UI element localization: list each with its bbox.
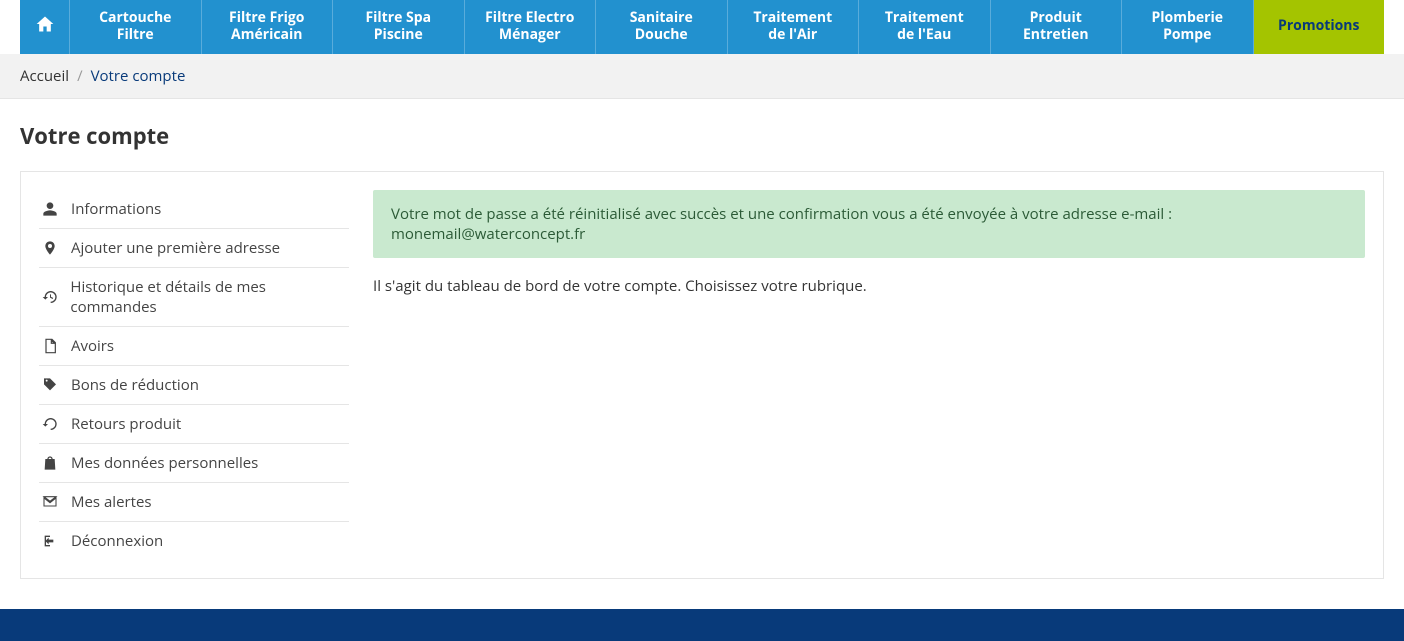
footer-bar: [0, 609, 1404, 641]
account-sidebar: Informations Ajouter une première adress…: [39, 190, 349, 560]
nav-filtre-spa[interactable]: Filtre SpaPiscine: [333, 0, 465, 54]
bag-icon: [41, 455, 59, 471]
sidebar-item-vouchers[interactable]: Bons de réduction: [39, 366, 349, 405]
sidebar-item-address[interactable]: Ajouter une première adresse: [39, 229, 349, 268]
sidebar-item-alerts[interactable]: Mes alertes: [39, 483, 349, 522]
return-icon: [41, 416, 59, 432]
main-nav: CartoucheFiltre Filtre FrigoAméricain Fi…: [20, 0, 1384, 54]
breadcrumb: Accueil / Votre compte: [20, 54, 1384, 98]
nav-promotions[interactable]: Promotions: [1254, 0, 1385, 54]
sidebar-item-label: Historique et détails de mes commandes: [70, 277, 347, 317]
nav-traitement-air[interactable]: Traitementde l'Air: [728, 0, 860, 54]
breadcrumb-current: Votre compte: [91, 66, 186, 86]
sidebar-item-label: Bons de réduction: [71, 375, 199, 395]
sidebar-item-history[interactable]: Historique et détails de mes commandes: [39, 268, 349, 327]
sidebar-item-label: Avoirs: [71, 336, 114, 356]
logout-icon: [41, 533, 59, 549]
sidebar-item-label: Mes données personnelles: [71, 453, 258, 473]
nav-plomberie-pompe[interactable]: PlomberiePompe: [1122, 0, 1254, 54]
nav-home[interactable]: [20, 0, 70, 54]
breadcrumb-separator: /: [77, 66, 83, 86]
history-icon: [41, 289, 58, 305]
nav-sanitaire-douche[interactable]: SanitaireDouche: [596, 0, 728, 54]
page-title: Votre compte: [20, 121, 1384, 151]
sidebar-item-personal-data[interactable]: Mes données personnelles: [39, 444, 349, 483]
nav-produit-entretien[interactable]: ProduitEntretien: [991, 0, 1123, 54]
sidebar-item-label: Ajouter une première adresse: [71, 238, 280, 258]
home-icon: [35, 14, 55, 39]
sidebar-item-logout[interactable]: Déconnexion: [39, 522, 349, 560]
sidebar-item-label: Informations: [71, 199, 161, 219]
nav-filtre-frigo[interactable]: Filtre FrigoAméricain: [202, 0, 334, 54]
tag-icon: [41, 377, 59, 393]
account-main: Votre mot de passe a été réinitialisé av…: [373, 190, 1365, 560]
nav-cartouche-filtre[interactable]: CartoucheFiltre: [70, 0, 202, 54]
envelope-icon: [41, 494, 59, 510]
nav-traitement-eau[interactable]: Traitementde l'Eau: [859, 0, 991, 54]
map-pin-icon: [41, 240, 59, 256]
breadcrumb-bar: Accueil / Votre compte: [0, 54, 1404, 99]
sidebar-item-label: Retours produit: [71, 414, 181, 434]
sidebar-item-label: Déconnexion: [71, 531, 163, 551]
breadcrumb-home[interactable]: Accueil: [20, 66, 69, 86]
file-icon: [41, 338, 59, 354]
sidebar-item-label: Mes alertes: [71, 492, 152, 512]
account-content: Informations Ajouter une première adress…: [20, 171, 1384, 579]
dashboard-intro: Il s'agit du tableau de bord de votre co…: [373, 276, 1365, 296]
nav-filtre-electro[interactable]: Filtre ElectroMénager: [465, 0, 597, 54]
user-icon: [41, 201, 59, 217]
sidebar-item-credit-slips[interactable]: Avoirs: [39, 327, 349, 366]
sidebar-item-informations[interactable]: Informations: [39, 190, 349, 229]
alert-success: Votre mot de passe a été réinitialisé av…: [373, 190, 1365, 258]
sidebar-item-returns[interactable]: Retours produit: [39, 405, 349, 444]
